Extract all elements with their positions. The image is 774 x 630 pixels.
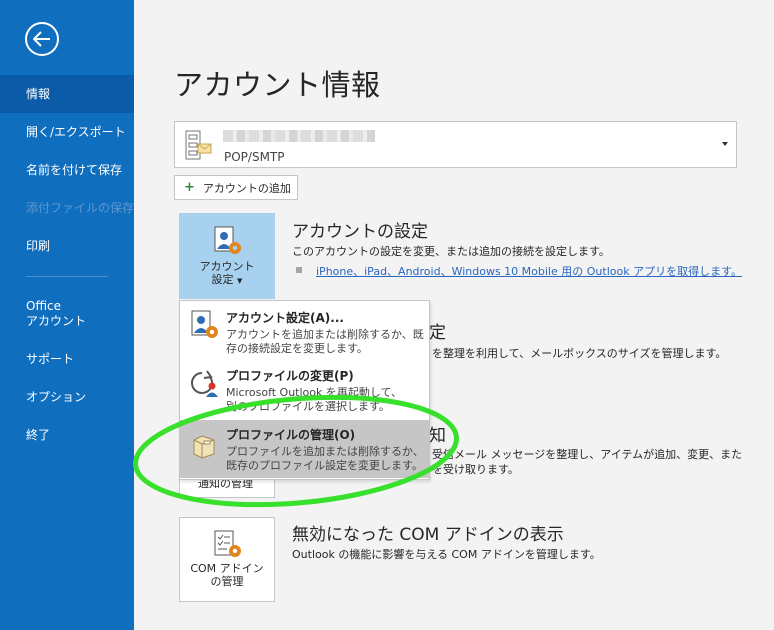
- change-profile-icon: [191, 370, 218, 397]
- back-button[interactable]: [25, 22, 59, 56]
- nav-options[interactable]: オプション: [0, 390, 134, 405]
- account-type: POP/SMTP: [224, 150, 285, 164]
- com-addins-tile[interactable]: COM アドイン の管理: [179, 517, 275, 602]
- menu-item-title: プロファイルの管理(O): [226, 428, 356, 442]
- nav-print[interactable]: 印刷: [0, 239, 134, 254]
- menu-item-description: Microsoft Outlook を再起動して、 別のプロファイルを選択します…: [226, 386, 426, 414]
- mailbox-settings-title-tail: 定: [429, 323, 446, 343]
- nav-info[interactable]: 情報: [0, 75, 134, 113]
- chevron-down-icon: [722, 142, 728, 146]
- manage-profiles-icon: [193, 435, 215, 459]
- menu-item-description: プロファイルを追加または削除するか、 既存のプロファイル設定を変更します。: [226, 445, 426, 473]
- nav-support[interactable]: サポート: [0, 352, 134, 367]
- menu-item-description-line1: プロファイルを追加または削除するか、: [226, 445, 424, 458]
- menu-item-account-settings[interactable]: アカウント設定(A)... アカウントを追加または削除するか、既 存の接続設定を…: [180, 303, 429, 361]
- nav-office-account-line1: Office: [26, 299, 62, 313]
- small-chevron-down-icon: ▼: [237, 277, 243, 285]
- nav-open-export[interactable]: 開く/エクスポート: [0, 125, 134, 140]
- menu-item-description-line2: 存の接続設定を変更します。: [226, 342, 368, 355]
- rules-title-tail: 知: [429, 426, 446, 446]
- nav-save-as[interactable]: 名前を付けて保存: [0, 163, 134, 178]
- account-settings-tile-line1: アカウント: [199, 260, 255, 273]
- add-account-button[interactable]: + アカウントの追加: [174, 175, 298, 200]
- nav-office-account[interactable]: Office アカウント: [0, 299, 134, 329]
- bullet-icon: [296, 267, 302, 273]
- outlook-mobile-app-link[interactable]: iPhone、iPad、Android、Windows 10 Mobile 用の…: [316, 263, 742, 279]
- backstage-sidebar: 情報 開く/エクスポート 名前を付けて保存 添付ファイルの保存 印刷 Offic…: [0, 0, 134, 630]
- com-addins-tile-line1: COM アドイン: [190, 562, 264, 575]
- menu-item-change-profile[interactable]: プロファイルの変更(P) Microsoft Outlook を再起動して、 別…: [180, 361, 429, 419]
- nav-divider: [26, 276, 108, 277]
- page-title: アカウント情報: [174, 68, 381, 102]
- add-account-label: アカウントの追加: [202, 181, 291, 195]
- menu-item-description-line2: 別のプロファイルを選択します。: [226, 400, 390, 413]
- com-addins-title: 無効になった COM アドインの表示: [292, 525, 564, 545]
- com-addins-tile-line2: の管理: [210, 575, 244, 588]
- rules-description-tail2: を受け取ります。: [432, 463, 519, 476]
- account-settings-menu: アカウント設定(A)... アカウントを追加または削除するか、既 存の接続設定を…: [179, 300, 430, 480]
- account-settings-tile-line2-text: 設定: [211, 273, 234, 286]
- menu-item-description-line2: 既存のプロファイル設定を変更します。: [226, 459, 423, 472]
- nav-save-attachments: 添付ファイルの保存: [26, 201, 135, 215]
- menu-item-manage-profiles[interactable]: プロファイルの管理(O) プロファイルを追加または削除するか、 既存のプロファイ…: [180, 420, 429, 478]
- menu-item-description: アカウントを追加または削除するか、既 存の接続設定を変更します。: [226, 328, 426, 356]
- menu-item-title: アカウント設定(A)...: [226, 311, 344, 325]
- account-settings-tile-line2: 設定 ▼: [180, 273, 274, 288]
- mailbox-description-tail: を整理を利用して、メールボックスのサイズを管理します。: [432, 347, 727, 360]
- nav-exit[interactable]: 終了: [0, 428, 134, 443]
- account-name-redacted: [223, 130, 375, 142]
- account-mailbox-icon: [185, 130, 212, 160]
- account-settings-title: アカウントの設定: [292, 222, 428, 242]
- com-addin-icon: [214, 530, 241, 557]
- plus-icon: +: [184, 179, 195, 195]
- rules-description-tail1: 受信メール メッセージを整理し、アイテムが追加、変更、また: [432, 448, 743, 461]
- back-arrow-icon: [33, 31, 50, 47]
- account-settings-icon: [214, 226, 241, 254]
- account-settings-description: このアカウントの設定を変更、または追加の接続を設定します。: [292, 245, 610, 258]
- com-addins-description: Outlook の機能に影響を与える COM アドインを管理します。: [292, 548, 601, 561]
- account-settings-icon: [191, 310, 218, 338]
- menu-item-title: プロファイルの変更(P): [226, 369, 354, 383]
- nav-office-account-line2: アカウント: [26, 314, 87, 328]
- menu-item-description-line1: アカウントを追加または削除するか、既: [226, 328, 424, 341]
- account-selector[interactable]: POP/SMTP: [174, 121, 737, 168]
- menu-item-description-line1: Microsoft Outlook を再起動して、: [226, 386, 403, 399]
- account-settings-tile[interactable]: アカウント 設定 ▼: [179, 213, 275, 299]
